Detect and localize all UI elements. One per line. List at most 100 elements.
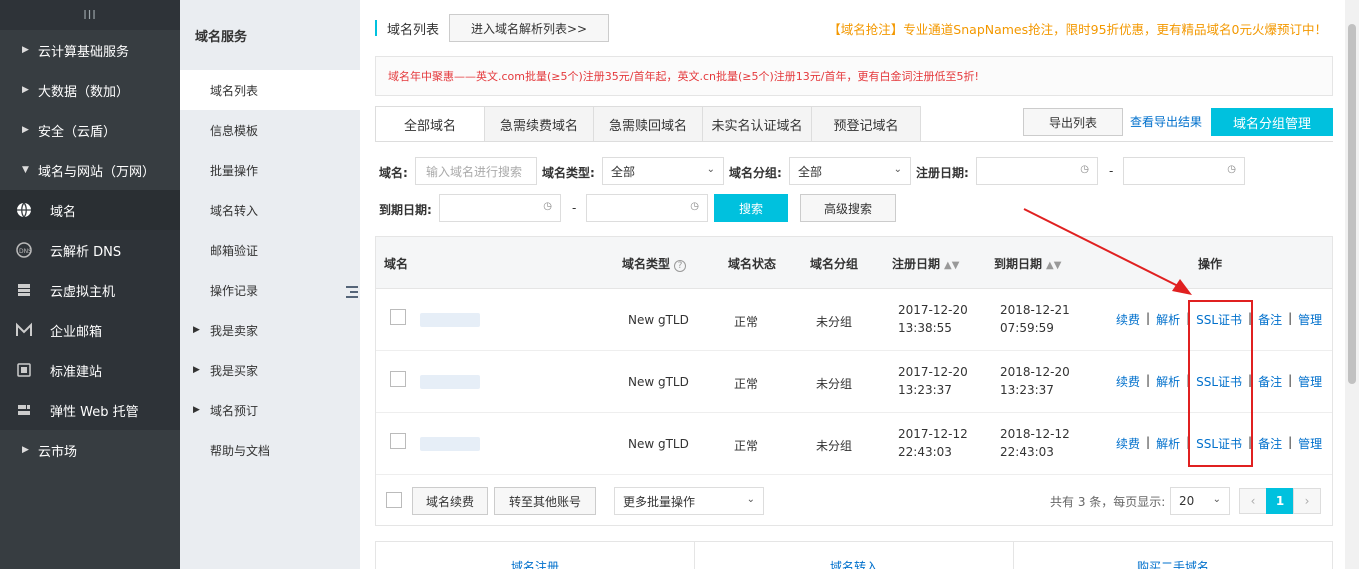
more-batch-select[interactable]: 更多批量操作 ⌄: [614, 487, 764, 515]
next-page-button[interactable]: ›: [1293, 488, 1321, 514]
tab-all-domains[interactable]: 全部域名: [375, 106, 485, 142]
domain-name-redacted[interactable]: [420, 313, 480, 327]
sidebar-item-label: 云虚拟主机: [50, 284, 116, 300]
secondary-menu: 域名服务 域名列表 信息模板 批量操作 域名转入 邮箱验证 操作记录 ▶ 我是卖家…: [180, 0, 360, 569]
site-icon: [16, 362, 50, 378]
note-link[interactable]: 备注: [1258, 311, 1282, 328]
note-link[interactable]: 备注: [1258, 435, 1282, 452]
submenu-item-batch[interactable]: 批量操作: [180, 150, 360, 190]
submenu-item-email-verify[interactable]: 邮箱验证: [180, 230, 360, 270]
renew-link[interactable]: 续费: [1116, 311, 1140, 328]
submenu-item-buyer[interactable]: ▶ 我是买家: [180, 350, 360, 390]
type-select[interactable]: 全部 ⌄: [602, 157, 724, 185]
dns-link[interactable]: 解析: [1156, 311, 1180, 328]
col-type: 域名类型?: [622, 255, 687, 272]
card-register[interactable]: 域名注册: [376, 542, 695, 569]
page-scrollbar[interactable]: [1345, 0, 1359, 569]
sidebar-item-big-data[interactable]: ▶ 大数据（数加）: [0, 70, 180, 110]
sidebar-item-cloud-computing[interactable]: ▶ 云计算基础服务: [0, 30, 180, 70]
sidebar-item-mail[interactable]: 企业邮箱: [0, 310, 180, 350]
submenu-item-label: 我是卖家: [210, 323, 259, 338]
prev-page-button[interactable]: ‹: [1239, 488, 1267, 514]
notice-text[interactable]: 域名年中聚惠——英文.com批量(≥5个)注册35元/首年起，英文.cn批量(≥…: [388, 68, 979, 84]
group-select[interactable]: 全部 ⌄: [789, 157, 911, 185]
submenu-item-logs[interactable]: 操作记录: [180, 270, 360, 310]
submenu-item-info-template[interactable]: 信息模板: [180, 110, 360, 150]
main-sidebar: III ▶ 云计算基础服务 ▶ 大数据（数加） ▶ 安全（云盾） ▼ 域名与网站…: [0, 0, 180, 569]
transfer-account-button[interactable]: 转至其他账号: [494, 487, 596, 515]
sidebar-toggle[interactable]: III: [0, 0, 180, 30]
row-checkbox[interactable]: [390, 371, 406, 387]
row-checkbox[interactable]: [390, 433, 406, 449]
sidebar-item-virtual-host[interactable]: 云虚拟主机: [0, 270, 180, 310]
card-secondhand[interactable]: 购买二手域名: [1014, 542, 1332, 569]
renew-link[interactable]: 续费: [1116, 373, 1140, 390]
chevron-down-icon: ⌄: [893, 164, 902, 175]
page-size-select[interactable]: 20 ⌄: [1170, 487, 1230, 515]
chevron-down-icon: ⌄: [746, 494, 755, 505]
row-checkbox[interactable]: [390, 309, 406, 325]
submenu-item-seller[interactable]: ▶ 我是卖家: [180, 310, 360, 350]
table-footer: 域名续费 转至其他账号 更多批量操作 ⌄ 共有 3 条，每页显示: 20 ⌄ ‹ 1…: [376, 475, 1332, 525]
sidebar-item-domain[interactable]: 域名: [0, 190, 180, 230]
col-type-label: 域名类型: [622, 257, 671, 271]
sidebar-item-domain-website[interactable]: ▼ 域名与网站（万网）: [0, 150, 180, 190]
exp-date-end-input[interactable]: ◷: [586, 194, 708, 222]
domain-group-manage-button[interactable]: 域名分组管理: [1211, 108, 1333, 136]
manage-link[interactable]: 管理: [1298, 311, 1322, 328]
separator: |: [1146, 311, 1151, 325]
sidebar-item-marketplace[interactable]: ▶ 云市场: [0, 430, 180, 470]
domain-name-redacted[interactable]: [420, 437, 480, 451]
note-link[interactable]: 备注: [1258, 373, 1282, 390]
col-reg-date[interactable]: 注册日期 ▲▼: [892, 255, 959, 272]
submenu-item-label: 批量操作: [210, 163, 259, 178]
reg-date-end-input[interactable]: ◷: [1123, 157, 1245, 185]
pagination: ‹ 1 ›: [1239, 488, 1321, 514]
search-button[interactable]: 搜索: [714, 194, 788, 222]
submenu-item-help[interactable]: 帮助与文档: [180, 430, 360, 470]
notice-bar: 域名年中聚惠——英文.com批量(≥5个)注册35元/首年起，英文.cn批量(≥…: [375, 56, 1333, 96]
submenu-item-reserve[interactable]: ▶ 域名预订: [180, 390, 360, 430]
sidebar-item-dns[interactable]: DNS 云解析 DNS: [0, 230, 180, 270]
renew-link[interactable]: 续费: [1116, 435, 1140, 452]
advanced-search-button[interactable]: 高级搜索: [800, 194, 896, 222]
dns-link[interactable]: 解析: [1156, 373, 1180, 390]
tab-preregistered[interactable]: 预登记域名: [811, 106, 921, 142]
tab-renew-needed[interactable]: 急需续费域名: [484, 106, 594, 142]
domain-search-input[interactable]: 输入域名进行搜索: [415, 157, 537, 185]
sort-icon[interactable]: ▲▼: [944, 260, 959, 271]
caret-right-icon: ▶: [22, 445, 29, 455]
submenu-item-label: 邮箱验证: [210, 243, 259, 258]
sidebar-item-security[interactable]: ▶ 安全（云盾）: [0, 110, 180, 150]
manage-link[interactable]: 管理: [1298, 435, 1322, 452]
row-group: 未分组: [816, 315, 853, 329]
card-transfer-label: 域名转入: [829, 560, 878, 569]
svg-text:DNS: DNS: [19, 248, 32, 255]
manage-link[interactable]: 管理: [1298, 373, 1322, 390]
export-list-button[interactable]: 导出列表: [1023, 108, 1123, 136]
page-1-button[interactable]: 1: [1266, 488, 1294, 514]
help-icon[interactable]: ?: [674, 260, 687, 272]
tab-redeem-needed[interactable]: 急需赎回域名: [593, 106, 703, 142]
server-icon: [16, 282, 50, 298]
submenu-item-domain-list[interactable]: 域名列表: [180, 70, 360, 110]
exp-date-start-input[interactable]: ◷: [439, 194, 561, 222]
domain-name-redacted[interactable]: [420, 375, 480, 389]
page-title: 域名列表: [387, 22, 440, 38]
view-export-result-link[interactable]: 查看导出结果: [1130, 113, 1202, 130]
domain-search-placeholder: 输入域名进行搜索: [426, 164, 523, 179]
tab-unverified[interactable]: 未实名认证域名: [702, 106, 812, 142]
submenu-item-transfer-in[interactable]: 域名转入: [180, 190, 360, 230]
reg-date-start-input[interactable]: ◷: [976, 157, 1098, 185]
select-all-checkbox[interactable]: [386, 492, 402, 508]
batch-renew-button[interactable]: 域名续费: [412, 487, 488, 515]
promo-banner-link[interactable]: 【域名抢注】专业通道SnapNames抢注，限时95折优惠，更有精品域名0元火爆…: [828, 19, 1327, 38]
collapse-menu-handle[interactable]: [344, 267, 360, 317]
dns-link[interactable]: 解析: [1156, 435, 1180, 452]
total-count-text: 共有 3 条，每页显示:: [1050, 495, 1166, 509]
scrollbar-thumb[interactable]: [1348, 24, 1356, 384]
dns-list-button[interactable]: 进入域名解析列表>>: [449, 14, 610, 42]
card-transfer[interactable]: 域名转入: [695, 542, 1014, 569]
sidebar-item-web-hosting[interactable]: 弹性 Web 托管: [0, 390, 180, 430]
sidebar-item-site-builder[interactable]: 标准建站: [0, 350, 180, 390]
